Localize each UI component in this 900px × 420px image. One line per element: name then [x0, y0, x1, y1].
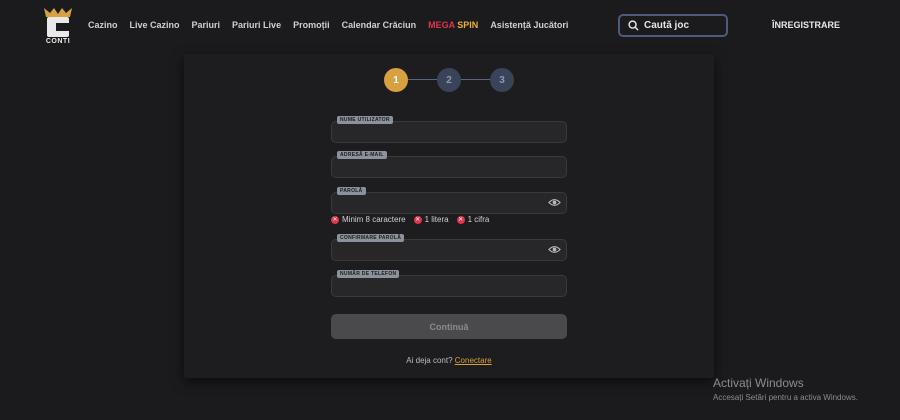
continue-button[interactable]: Continuă [331, 314, 567, 339]
requirement-text: 1 cifra [467, 215, 490, 224]
password-requirements: ✕ Minim 8 caractere ✕ 1 litera ✕ 1 cifra [331, 215, 489, 224]
phone-field: NUMĂR DE TELEFON [331, 270, 567, 297]
email-field: ADRESĂ E-MAIL [331, 151, 567, 178]
username-label: NUME UTILIZATOR [337, 116, 393, 124]
watermark-subtitle: Accesați Setări pentru a activa Windows. [713, 393, 858, 402]
main-nav: Cazino Live Cazino Pariuri Pariuri Live … [88, 20, 568, 30]
login-prompt: Ai deja cont? Conectare [184, 356, 714, 365]
confirm-password-label: CONFIRMARE PAROLĂ [337, 234, 405, 242]
password-field: PAROLĂ [331, 187, 567, 214]
nav-item-pariuri-live[interactable]: Pariuri Live [232, 20, 281, 30]
error-x-icon: ✕ [331, 215, 339, 224]
step-2: 2 [437, 68, 461, 92]
username-input[interactable] [339, 125, 539, 139]
step-1: 1 [384, 68, 408, 92]
register-button[interactable]: ÎNREGISTRARE [772, 20, 840, 30]
step-indicator: 1 2 3 [384, 68, 514, 92]
nav-item-live-cazino[interactable]: Live Cazino [130, 20, 180, 30]
nav-item-mega-spin[interactable]: MEGA SPIN [428, 20, 478, 30]
confirm-password-input[interactable] [339, 243, 539, 257]
logo-text: CONTI [45, 38, 71, 45]
password-input[interactable] [339, 196, 539, 210]
step-connector [406, 79, 440, 80]
requirement-text: Minim 8 caractere [342, 215, 406, 224]
search-input[interactable] [644, 20, 724, 31]
error-x-icon: ✕ [456, 215, 465, 224]
registration-card: 1 2 3 NUME UTILIZATOR ADRESĂ E-MAIL PARO… [184, 54, 714, 378]
phone-input[interactable] [339, 279, 539, 293]
step-connector [459, 79, 493, 80]
logo-letter [47, 17, 69, 37]
email-label: ADRESĂ E-MAIL [337, 151, 387, 159]
eye-icon[interactable] [548, 197, 561, 208]
nav-item-cazino[interactable]: Cazino [88, 20, 118, 30]
spin-text: SPIN [454, 20, 479, 30]
site-header: CONTI Cazino Live Cazino Pariuri Pariuri… [0, 0, 900, 52]
watermark-title: Activați Windows [713, 376, 804, 390]
confirm-password-field: CONFIRMARE PAROLĂ [331, 234, 567, 261]
nav-item-pariuri[interactable]: Pariuri [192, 20, 221, 30]
email-input[interactable] [339, 160, 539, 174]
requirement-item: ✕ Minim 8 caractere [331, 215, 406, 224]
nav-item-calendar[interactable]: Calendar Crăciun [342, 20, 417, 30]
nav-item-promotii[interactable]: Promoții [293, 20, 330, 30]
error-x-icon: ✕ [413, 215, 422, 224]
eye-icon[interactable] [548, 244, 561, 255]
search-icon [628, 20, 639, 31]
mega-text: MEGA [428, 20, 455, 30]
password-label: PAROLĂ [337, 187, 366, 195]
have-account-text: Ai deja cont? [406, 356, 453, 365]
step-3: 3 [490, 68, 514, 92]
requirement-text: 1 litera [424, 215, 449, 224]
conti-logo[interactable]: CONTI [44, 8, 72, 46]
login-link[interactable]: Conectare [455, 356, 492, 365]
search-box[interactable] [618, 14, 728, 37]
phone-label: NUMĂR DE TELEFON [337, 270, 400, 278]
requirement-item: ✕ 1 litera [413, 215, 449, 224]
requirement-item: ✕ 1 cifra [456, 215, 490, 224]
crown-icon [44, 8, 72, 17]
username-field: NUME UTILIZATOR [331, 116, 567, 143]
windows-watermark: Activați Windows Accesați Setări pentru … [713, 376, 858, 402]
nav-item-support[interactable]: Asistență Jucători [490, 20, 568, 30]
